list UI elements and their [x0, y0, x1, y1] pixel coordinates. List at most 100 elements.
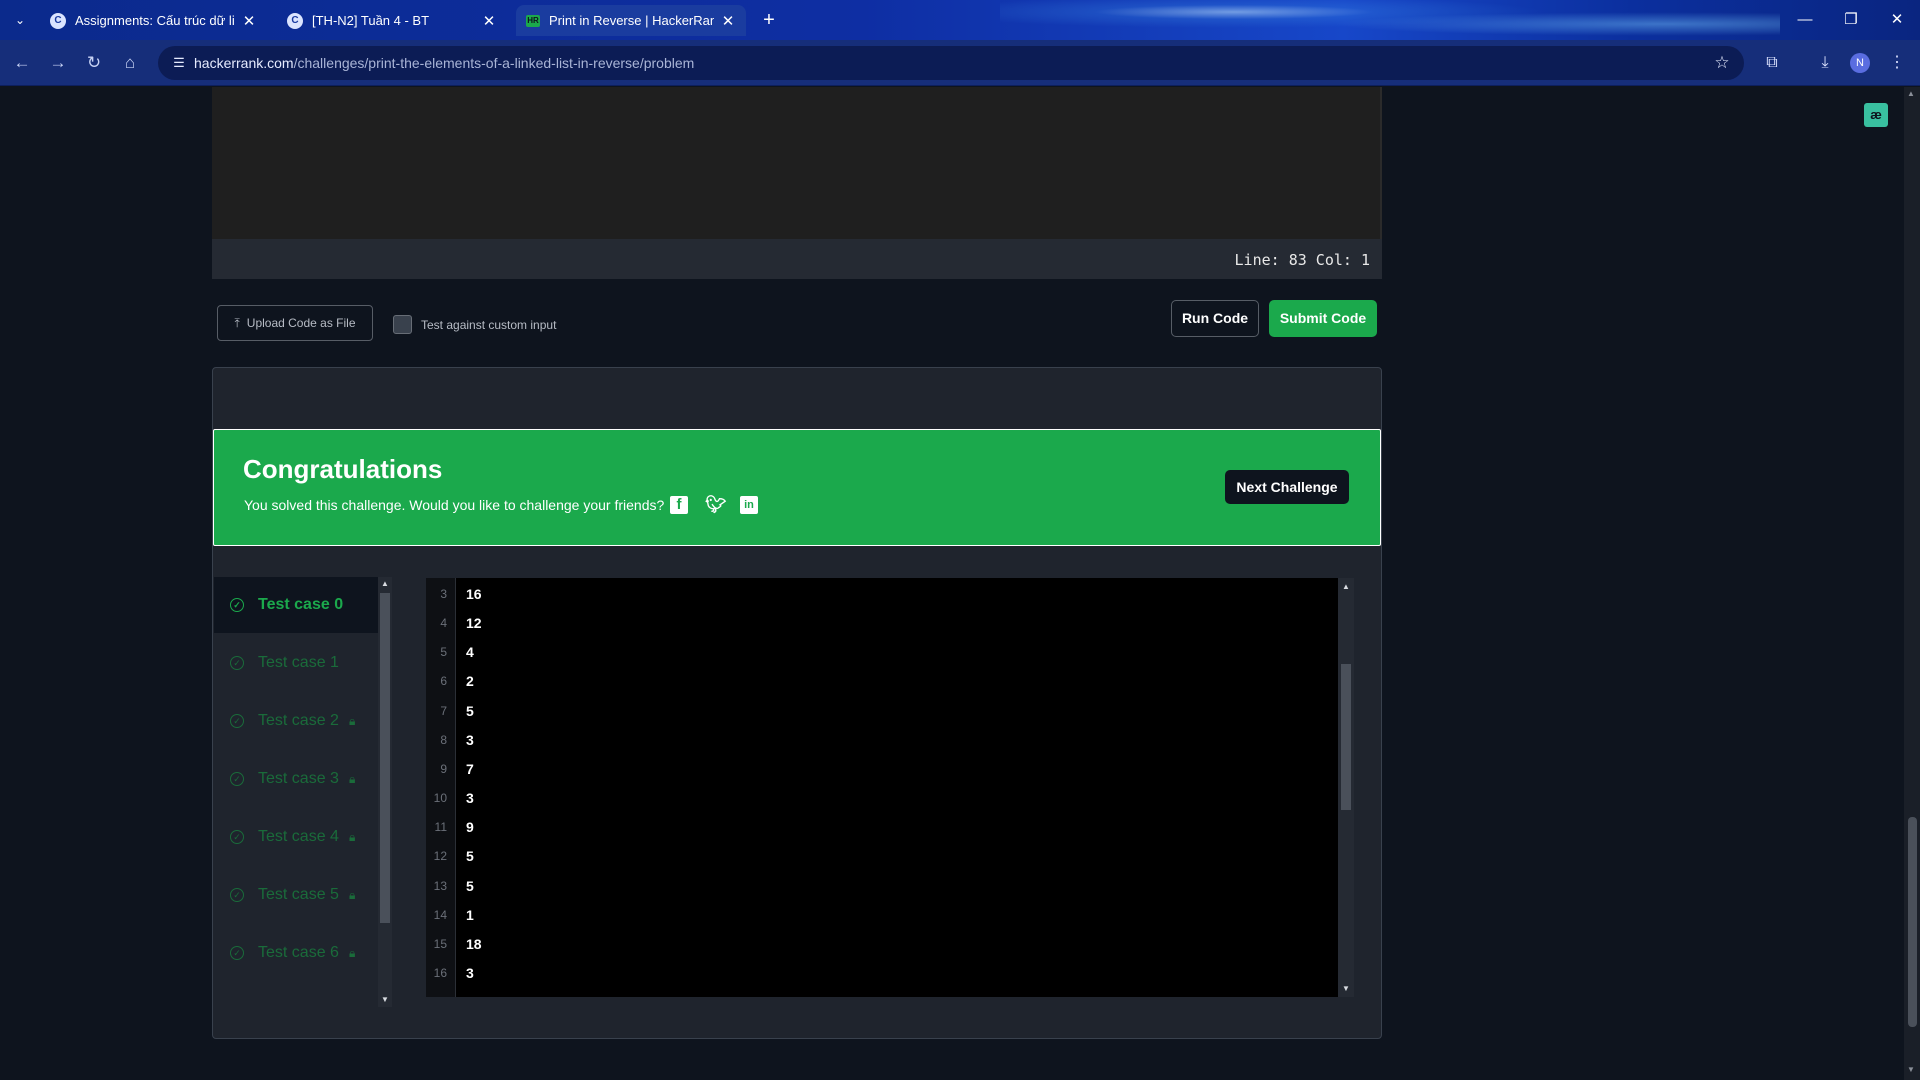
scroll-down-arrow-icon[interactable]: ▼ — [381, 995, 389, 1004]
scroll-down-arrow-icon[interactable]: ▼ — [1907, 1065, 1915, 1074]
line-number: 8 — [440, 733, 447, 747]
tab-label: Print in Reverse | HackerRank — [549, 13, 714, 28]
submit-code-button[interactable]: Submit Code — [1269, 300, 1377, 337]
code-editor[interactable] — [212, 87, 1382, 239]
custom-input-checkbox[interactable] — [393, 315, 412, 334]
minimize-button[interactable]: — — [1782, 0, 1828, 40]
hackerrank-page: æ Line: 83 Col: 1 ⤒ Upload Code as File … — [0, 87, 1920, 1080]
tab-search-chevron-icon[interactable]: ⌄ — [10, 10, 30, 30]
course-favicon-icon: C — [287, 12, 303, 29]
line-number: 9 — [440, 762, 447, 776]
output-line: 5 — [466, 703, 474, 719]
check-circle-icon: ✓ — [230, 714, 244, 728]
output-scrollbar[interactable]: ▲ ▼ — [1338, 578, 1354, 997]
page-scrollbar[interactable]: ▲ ▼ — [1904, 87, 1920, 1080]
tab-assignments[interactable]: C Assignments: Cấu trúc dữ liệu và ✕ — [40, 5, 267, 36]
test-case-label: Test case 4 — [258, 828, 339, 845]
congrats-message: You solved this challenge. Would you lik… — [244, 497, 665, 513]
check-circle-icon: ✓ — [230, 656, 244, 670]
test-case-item[interactable]: ✓ Test case 2 🔒︎ — [214, 693, 378, 749]
line-number: 4 — [440, 616, 447, 630]
facebook-icon[interactable]: f — [670, 496, 688, 514]
test-case-item[interactable]: ✓ Test case 6 🔒︎ — [214, 925, 378, 981]
hackerrank-favicon-icon: HR — [526, 14, 540, 27]
lock-icon: 🔒︎ — [348, 771, 356, 786]
lock-icon: 🔒︎ — [348, 713, 356, 728]
cursor-position: Line: 83 Col: 1 — [1234, 251, 1370, 269]
tab-print-in-reverse[interactable]: HR Print in Reverse | HackerRank ✕ — [516, 5, 746, 36]
line-number: 5 — [440, 645, 447, 659]
line-number: 7 — [440, 704, 447, 718]
test-list-scrollbar[interactable]: ▲ ▼ — [378, 577, 392, 1007]
tab-th-n2[interactable]: C [TH-N2] Tuần 4 - BT ✕ — [277, 5, 507, 36]
home-icon[interactable]: ⌂ — [118, 51, 142, 75]
tab-close-icon[interactable]: ✕ — [241, 12, 257, 30]
line-number: 10 — [433, 791, 447, 805]
tab-label: Assignments: Cấu trúc dữ liệu và — [75, 13, 235, 28]
run-code-button[interactable]: Run Code — [1171, 300, 1259, 337]
bookmark-star-icon[interactable]: ☆ — [1712, 53, 1732, 73]
scroll-up-arrow-icon[interactable]: ▲ — [1907, 89, 1915, 98]
forward-arrow-icon[interactable]: → — [46, 51, 70, 75]
output-line: 16 — [466, 586, 482, 602]
output-line: 3 — [466, 965, 474, 981]
line-number: 3 — [440, 587, 447, 601]
output-line: 9 — [466, 819, 474, 835]
scrollbar-thumb[interactable] — [1341, 664, 1351, 810]
test-case-label: Test case 6 — [258, 944, 339, 961]
profile-avatar[interactable]: N — [1850, 53, 1870, 73]
browser-menu-icon[interactable]: ⋮ — [1885, 51, 1909, 75]
test-case-label: Test case 1 — [258, 654, 339, 671]
test-case-label: Test case 0 — [258, 596, 344, 613]
scroll-up-arrow-icon[interactable]: ▲ — [381, 579, 389, 588]
test-case-label: Test case 3 — [258, 770, 339, 787]
scroll-up-arrow-icon[interactable]: ▲ — [1342, 582, 1350, 591]
next-challenge-button[interactable]: Next Challenge — [1225, 470, 1349, 504]
reload-icon[interactable]: ↻ — [82, 51, 106, 75]
test-results-area: ✓ Test case 0 ✓ Test case 1 ✓ Test case … — [214, 577, 1380, 1007]
custom-input-label[interactable]: Test against custom input — [421, 318, 556, 332]
downloads-icon[interactable]: ⤓ — [1813, 51, 1837, 75]
test-case-item[interactable]: ✓ Test case 4 🔒︎ — [214, 809, 378, 865]
line-number-gutter: 3 4 5 6 7 8 9 10 11 12 13 14 15 16 — [426, 578, 456, 997]
twitter-icon[interactable]: 🐦︎ — [705, 496, 727, 514]
check-circle-icon: ✓ — [230, 772, 244, 786]
new-tab-plus-icon[interactable]: + — [758, 9, 780, 31]
tab-close-icon[interactable]: ✕ — [481, 12, 497, 30]
check-circle-icon: ✓ — [230, 598, 244, 612]
check-circle-icon: ✓ — [230, 830, 244, 844]
test-case-item[interactable]: ✓ Test case 1 — [214, 635, 378, 691]
test-case-item[interactable]: ✓ Test case 0 — [214, 577, 378, 633]
scroll-down-arrow-icon[interactable]: ▼ — [1342, 984, 1350, 993]
check-circle-icon: ✓ — [230, 946, 244, 960]
lock-icon: 🔒︎ — [348, 829, 356, 844]
scrollbar-thumb[interactable] — [1908, 817, 1917, 1027]
upload-code-button[interactable]: ⤒ Upload Code as File — [217, 305, 373, 341]
test-case-item[interactable]: ✓ Test case 3 🔒︎ — [214, 751, 378, 807]
tab-label: [TH-N2] Tuần 4 - BT — [312, 13, 430, 28]
output-line: 5 — [466, 848, 474, 864]
site-info-icon[interactable]: ☰ — [170, 54, 188, 72]
output-line: 1 — [466, 907, 474, 923]
close-window-button[interactable]: ✕ — [1874, 0, 1920, 40]
restore-button[interactable]: ❐ — [1828, 0, 1874, 40]
line-number: 16 — [433, 966, 447, 980]
output-line: 4 — [466, 644, 474, 660]
test-case-item[interactable]: ✓ Test case 5 🔒︎ — [214, 867, 378, 923]
linkedin-icon[interactable]: in — [740, 496, 758, 514]
test-case-label: Test case 2 — [258, 712, 339, 729]
browser-tab-bar: ⌄ C Assignments: Cấu trúc dữ liệu và ✕ C… — [0, 0, 1920, 40]
line-number: 11 — [434, 820, 447, 834]
extensions-puzzle-icon[interactable]: ⧉ — [1760, 51, 1784, 75]
scrollbar-thumb[interactable] — [380, 593, 390, 923]
line-number: 12 — [433, 849, 447, 863]
upload-icon: ⤒ — [234, 315, 240, 330]
course-favicon-icon: C — [50, 12, 66, 29]
back-arrow-icon[interactable]: ← — [10, 51, 34, 75]
tab-close-icon[interactable]: ✕ — [720, 12, 736, 30]
output-line: 18 — [466, 936, 482, 952]
address-bar[interactable]: ☰ hackerrank.com/challenges/print-the-el… — [158, 46, 1744, 80]
extension-badge-icon[interactable]: æ — [1864, 103, 1888, 127]
url-text: hackerrank.com/challenges/print-the-elem… — [194, 55, 695, 71]
output-line: 12 — [466, 615, 482, 631]
